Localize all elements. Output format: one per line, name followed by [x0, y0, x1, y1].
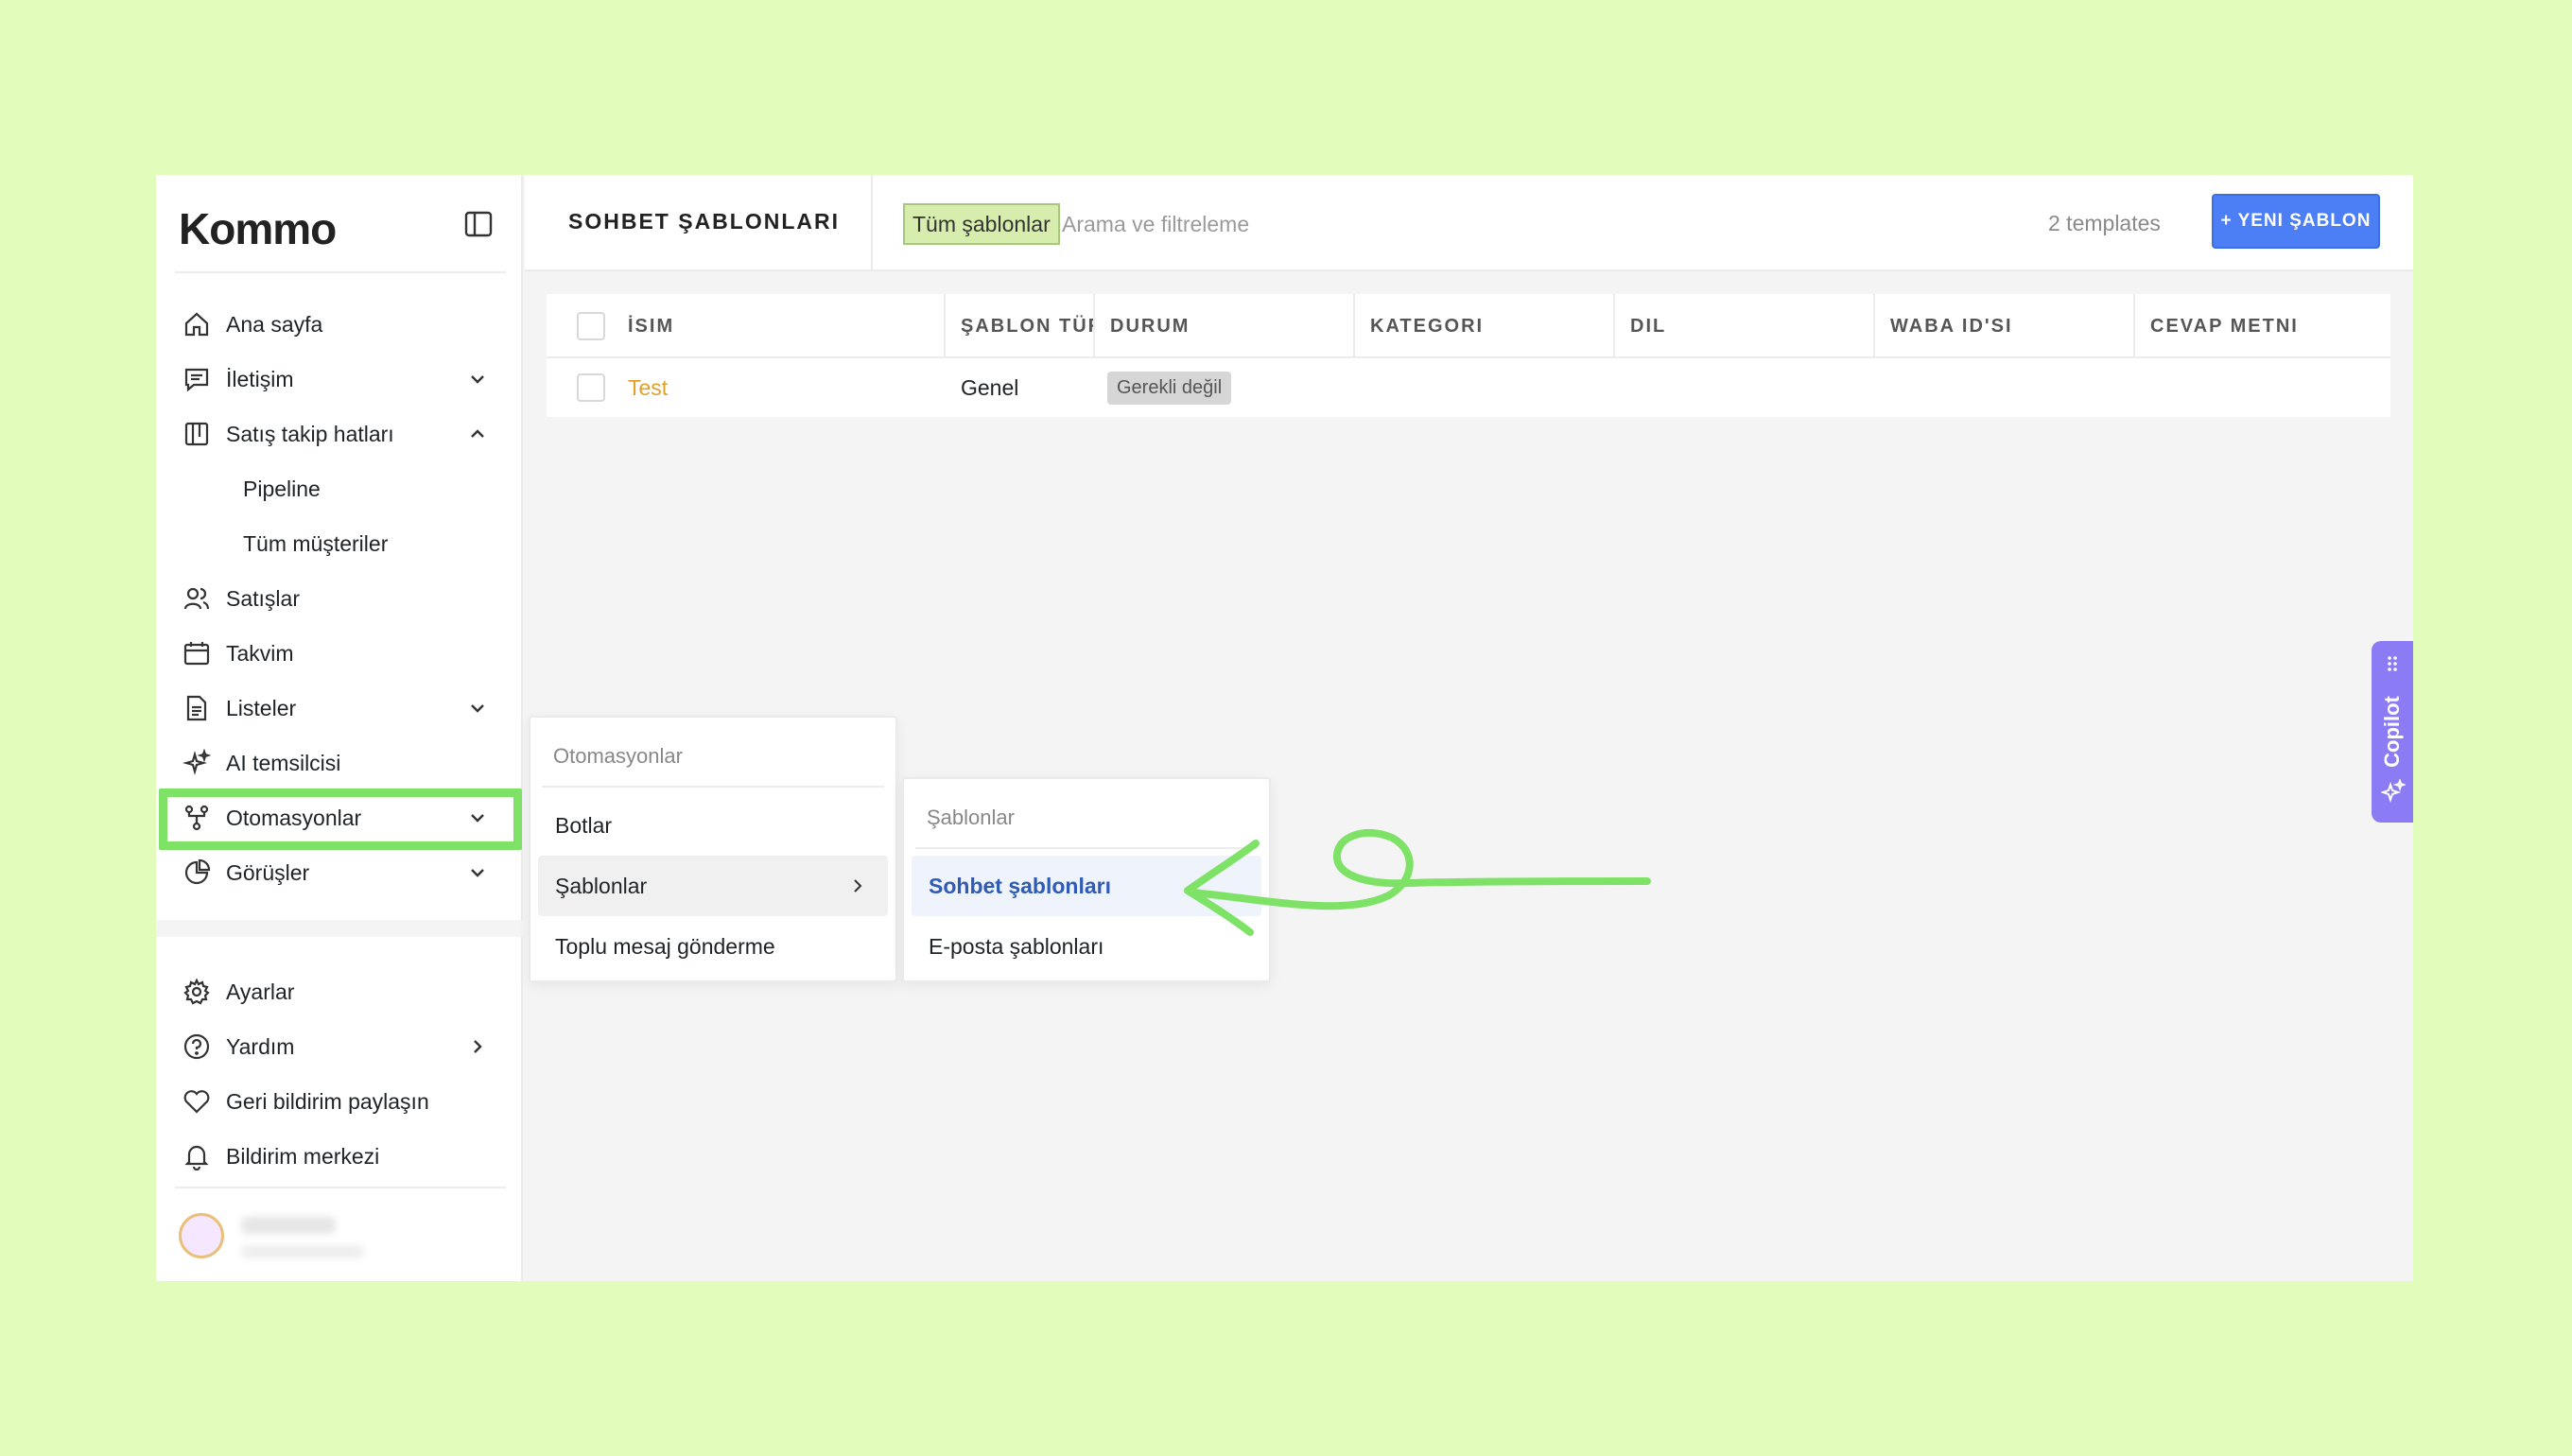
gear-icon	[183, 978, 210, 1005]
column-header-waba-id[interactable]: WABA ID'SI	[1875, 294, 2135, 358]
sidebar-item-feedback[interactable]: Geri bildirim paylaşın	[182, 1079, 496, 1124]
automations-menu: Otomasyonlar Botlar Şablonlar Toplu mesa…	[529, 716, 897, 982]
column-header-category[interactable]: KATEGORI	[1355, 294, 1615, 358]
table-header: İSIM ŞABLON TÜRÜ DURUM KATEGORI DIL WABA…	[547, 294, 2390, 358]
sidebar: Kommo Ana sayfa İletişim Satış takip hat…	[156, 175, 523, 1281]
sidebar-item-label: AI temsilcisi	[226, 750, 341, 775]
menu-divider	[542, 786, 884, 788]
menu-header: Şablonlar	[927, 806, 1015, 829]
sidebar-item-settings[interactable]: Ayarlar	[182, 969, 496, 1014]
drag-handle-icon[interactable]	[2383, 654, 2402, 673]
chat-icon	[184, 368, 209, 392]
sidebar-item-insights[interactable]: Görüşler	[182, 850, 496, 895]
user-account-blurred	[241, 1245, 364, 1258]
menu-header: Otomasyonlar	[553, 744, 683, 768]
new-template-button[interactable]: + YENI ŞABLON	[2212, 194, 2380, 249]
row-checkbox[interactable]	[577, 373, 605, 402]
sidebar-item-ai-agent[interactable]: AI temsilcisi	[182, 740, 496, 786]
template-name-link[interactable]: Test	[628, 358, 668, 417]
app-window: Kommo Ana sayfa İletişim Satış takip hat…	[156, 175, 2413, 1281]
chevron-right-icon	[854, 879, 862, 893]
sidebar-divider	[175, 271, 506, 273]
chevron-down-icon	[471, 704, 484, 713]
filter-chip-all-templates[interactable]: Tüm şablonlar	[903, 203, 1060, 245]
document-icon	[186, 695, 207, 721]
template-type: Genel	[961, 374, 1019, 400]
sparkles-icon	[2381, 779, 2406, 804]
sidebar-item-label: Ayarlar	[226, 979, 295, 1004]
bell-icon	[184, 1145, 209, 1170]
heart-icon	[183, 1090, 210, 1114]
column-header-name[interactable]: İSIM	[613, 294, 946, 358]
sidebar-item-label: Yardım	[226, 1033, 295, 1059]
sidebar-item-label: Listeler	[226, 695, 297, 720]
table-row[interactable]: Test Genel Gerekli değil	[547, 358, 2390, 417]
column-header-type[interactable]: ŞABLON TÜRÜ	[946, 294, 1095, 358]
page-title: SOHBET ŞABLONLARI	[568, 209, 840, 234]
copilot-tab[interactable]: Copilot	[2372, 641, 2413, 823]
templates-table: İSIM ŞABLON TÜRÜ DURUM KATEGORI DIL WABA…	[547, 294, 2390, 417]
sidebar-item-pipelines[interactable]: Satış takip hatları	[182, 411, 496, 457]
help-circle-icon	[183, 1033, 210, 1060]
templates-count: 2 templates	[2048, 211, 2161, 235]
search-input[interactable]	[1062, 203, 1724, 245]
sidebar-item-label: Takvim	[226, 640, 294, 666]
sidebar-item-label: Bildirim merkezi	[226, 1143, 380, 1169]
page-header: SOHBET ŞABLONLARI Tüm şablonlar 2 templa…	[525, 175, 2413, 271]
sidebar-item-label: Satışlar	[226, 585, 300, 611]
header-divider	[871, 175, 873, 271]
sidebar-item-contacts[interactable]: İletişim	[182, 356, 496, 402]
column-header-language[interactable]: DIL	[1615, 294, 1875, 358]
chevron-up-icon	[471, 429, 484, 438]
sidebar-item-label: İletişim	[226, 366, 294, 391]
sidebar-divider	[175, 1187, 506, 1188]
users-icon	[183, 587, 210, 610]
sidebar-item-label: Pipeline	[243, 476, 321, 501]
annotation-arrow	[1184, 828, 1651, 936]
sidebar-section-gap	[156, 920, 523, 937]
calendar-icon	[183, 642, 210, 666]
sidebar-item-home[interactable]: Ana sayfa	[182, 302, 496, 347]
chevron-down-icon	[471, 869, 484, 877]
menu-item-bots[interactable]: Botlar	[538, 795, 888, 856]
sidebar-subitem-all-customers[interactable]: Tüm müşteriler	[243, 521, 557, 566]
chevron-down-icon	[471, 375, 484, 384]
sidebar-item-label: Ana sayfa	[226, 311, 323, 337]
sidebar-item-label: Geri bildirim paylaşın	[226, 1088, 429, 1114]
menu-item-templates[interactable]: Şablonlar	[538, 856, 888, 916]
home-icon	[184, 312, 209, 337]
menu-item-bulk-messaging[interactable]: Toplu mesaj gönderme	[538, 916, 888, 977]
sidebar-item-help[interactable]: Yardım	[182, 1024, 496, 1069]
sidebar-item-notifications[interactable]: Bildirim merkezi	[182, 1134, 496, 1179]
kommo-logo[interactable]: Kommo	[179, 203, 337, 254]
pipeline-icon	[184, 422, 209, 446]
column-header-status[interactable]: DURUM	[1095, 294, 1355, 358]
copilot-label: Copilot	[2380, 696, 2404, 768]
sparkles-icon	[182, 749, 211, 776]
sidebar-item-label: Görüşler	[226, 859, 310, 885]
menu-item-label: Şablonlar	[555, 873, 648, 898]
sidebar-item-label: Tüm müşteriler	[243, 530, 389, 556]
sidebar-item-label: Satış takip hatları	[226, 421, 394, 446]
sidebar-subitem-pipeline[interactable]: Pipeline	[243, 466, 557, 511]
template-status-cell: Gerekli değil	[1107, 358, 1232, 417]
column-header-reply-text[interactable]: CEVAP METNI	[2135, 294, 2390, 358]
sidebar-toggle-icon[interactable]	[464, 211, 493, 237]
pie-chart-icon	[184, 858, 211, 885]
sidebar-item-lists[interactable]: Listeler	[182, 685, 496, 731]
select-all-checkbox[interactable]	[577, 312, 605, 340]
sidebar-item-sales[interactable]: Satışlar	[182, 576, 496, 621]
status-badge: Gerekli değil	[1107, 371, 1232, 405]
highlight-automations	[159, 789, 522, 850]
avatar[interactable]	[179, 1213, 224, 1258]
sidebar-item-calendar[interactable]: Takvim	[182, 631, 496, 676]
chevron-right-icon	[474, 1040, 482, 1053]
user-name-blurred	[241, 1217, 336, 1234]
